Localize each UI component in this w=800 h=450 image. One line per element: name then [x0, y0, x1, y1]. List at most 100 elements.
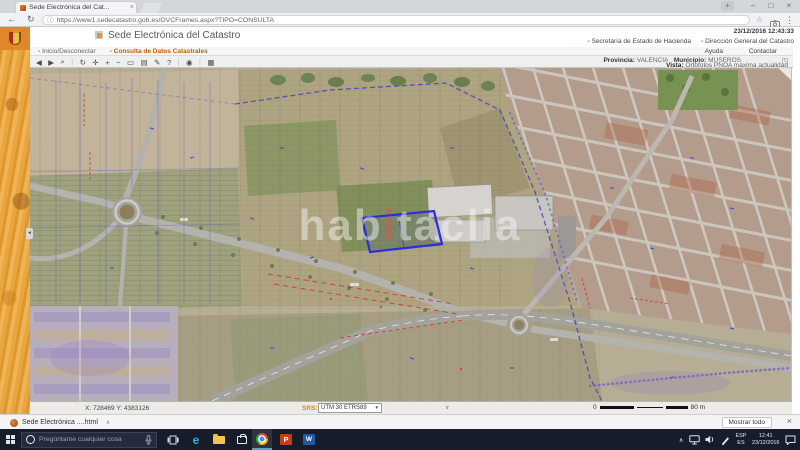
browser-tab-bar: Sede Electrónica del Cat... × + – □ ×	[0, 0, 800, 13]
full-extent-icon[interactable]: ▭	[127, 58, 134, 67]
scale-segment	[637, 407, 663, 409]
cortana-search-box[interactable]: Pregúntame cualquier cosa	[21, 432, 157, 448]
bullet-icon: ▪	[701, 39, 703, 45]
grain-overlay	[30, 68, 792, 401]
browser-plus-button[interactable]: +	[721, 1, 734, 11]
language-top: ESP	[735, 433, 746, 440]
browser-refresh-icon[interactable]: ↻	[27, 13, 35, 26]
tray-expand-icon[interactable]: ∧	[679, 436, 684, 444]
browser-menu-icon[interactable]: ⋮	[785, 13, 794, 27]
download-options-icon[interactable]: ∧	[106, 419, 110, 426]
vista-label: Vista:	[666, 62, 684, 69]
tab-favicon-icon	[20, 5, 26, 11]
show-all-downloads-button[interactable]: Mostrar todo	[722, 417, 773, 428]
windows-taskbar: Pregúntame cualquier cosa e P W ∧	[0, 429, 800, 450]
site-header: Sede Electrónica del Catastro 23/12/2016…	[0, 27, 800, 47]
action-center-icon[interactable]	[785, 435, 796, 445]
tab-close-icon[interactable]: ×	[130, 2, 134, 13]
spain-coat-of-arms-icon	[9, 32, 21, 45]
scale-zero-label: 0	[593, 404, 597, 411]
site-menubar: ▪Inicio/Desconectar ▪Consulta de Datos C…	[30, 47, 793, 56]
downloaded-file-name: Sede Electrónica ....html	[22, 419, 98, 426]
menu-consulta-label: Consulta de Datos Catastrales	[114, 48, 208, 55]
word-button[interactable]: W	[299, 429, 319, 450]
header-datetime: 23/12/2016 12:43:33	[734, 28, 794, 35]
download-bar-close-icon[interactable]: ×	[787, 416, 792, 426]
srs-select[interactable]: UTM 30 ETRS89 ▼	[318, 403, 382, 413]
screen: Sede Electrónica del Cat... × + – □ × ← …	[0, 0, 800, 450]
aerial-map: habitaclia	[30, 68, 792, 401]
menu-inicio-label: Inicio/Desconectar	[42, 48, 95, 55]
url-input[interactable]: ⓘ https://www1.sedecatastro.gob.es/OVCFr…	[42, 15, 750, 25]
clock[interactable]: 12:41 23/12/2016	[752, 433, 780, 446]
page-info-icon[interactable]: ⓘ	[47, 16, 54, 25]
windows-store-button[interactable]	[232, 429, 252, 450]
pan-icon[interactable]: ✛	[92, 58, 98, 67]
scale-max-label: 80 m	[691, 404, 705, 411]
chrome-button[interactable]	[252, 429, 272, 450]
link-secretaria[interactable]: ▪Secretaría de Estado de Hacienda	[587, 38, 691, 45]
download-bar: Sede Electrónica ....html ∧ Mostrar todo…	[0, 414, 800, 429]
browser-tab[interactable]: Sede Electrónica del Cat... ×	[16, 2, 136, 13]
srs-value: UTM 30 ETRS89	[321, 404, 367, 412]
bullet-icon: ▪	[110, 49, 112, 55]
map-status-bar: X: 728469 Y: 4383126 SRS: UTM 30 ETRS89 …	[30, 401, 792, 414]
zoom-window-icon[interactable]: ⌕	[61, 57, 65, 67]
catastro-sidebar-strip	[0, 27, 30, 414]
network-icon[interactable]	[689, 435, 700, 445]
sidebar-collapse-button[interactable]: ◄	[26, 228, 33, 239]
edit-icon[interactable]: ✎	[154, 58, 160, 67]
search-placeholder: Pregúntame cualquier cosa	[39, 436, 141, 443]
pen-icon[interactable]	[721, 435, 730, 445]
new-tab-area[interactable]	[140, 3, 162, 13]
language-indicator[interactable]: ESP ES	[735, 433, 746, 446]
coat-of-arms-box	[0, 27, 30, 50]
window-close-button[interactable]: ×	[782, 0, 796, 12]
window-maximize-button[interactable]: □	[764, 0, 778, 12]
menu-contactar[interactable]: Contactar	[749, 47, 777, 56]
menu-ayuda[interactable]: Ayuda	[705, 47, 723, 56]
help-icon[interactable]: ?	[167, 58, 171, 67]
catastro-logo-icon	[95, 31, 103, 39]
back-icon[interactable]: ◀	[36, 58, 42, 67]
tab-title: Sede Electrónica del Cat...	[29, 2, 121, 13]
link-direccion-general[interactable]: ▪Dirección General del Catastro	[701, 38, 794, 45]
bullet-icon: ▪	[587, 39, 589, 45]
downloaded-file-item[interactable]: Sede Electrónica ....html ∧	[10, 417, 110, 428]
html-file-icon	[10, 419, 18, 427]
language-bottom: ES	[735, 440, 746, 447]
browser-back-icon[interactable]: ←	[7, 13, 16, 26]
microphone-icon[interactable]	[145, 435, 152, 445]
url-text: https://www1.sedecatastro.gob.es/OVCFram…	[57, 17, 275, 24]
browser-url-bar: ← ↻ ⓘ https://www1.sedecatastro.gob.es/O…	[0, 13, 800, 27]
print-icon[interactable]: ▤	[141, 58, 148, 67]
statusbar-collapse-icon[interactable]: ∨	[445, 404, 449, 411]
forward-icon[interactable]: ▶	[48, 58, 54, 67]
tray-date: 23/12/2016	[752, 440, 780, 447]
link-direccion-label: Dirección General del Catastro	[705, 38, 794, 45]
file-explorer-button[interactable]	[209, 429, 229, 450]
site-title: Sede Electrónica del Catastro	[108, 30, 240, 41]
toolbar-separator: |	[199, 59, 201, 66]
powerpoint-button[interactable]: P	[276, 429, 296, 450]
bullet-icon: ▪	[38, 49, 40, 55]
dropdown-arrow-icon: ▼	[375, 404, 379, 412]
start-button[interactable]	[6, 435, 15, 444]
link-secretaria-label: Secretaría de Estado de Hacienda	[592, 38, 691, 45]
volume-icon[interactable]	[705, 435, 715, 444]
bookmark-star-icon[interactable]: ☆	[756, 13, 763, 27]
scale-segment	[600, 406, 634, 409]
window-minimize-button[interactable]: –	[746, 0, 760, 12]
task-view-button[interactable]	[163, 429, 183, 450]
scale-segment	[666, 406, 688, 409]
edge-browser-button[interactable]: e	[186, 429, 206, 450]
street-info-icon[interactable]: ◉	[186, 58, 193, 67]
refresh-icon[interactable]: ↻	[80, 58, 86, 67]
zoom-in-icon[interactable]: +	[105, 58, 109, 67]
map-canvas[interactable]: habitaclia	[30, 68, 792, 401]
system-tray: ∧ ESP ES 12:41 23/12/2016	[679, 429, 796, 450]
zoom-out-icon[interactable]: −	[116, 58, 120, 67]
scale-bar: 0 80 m	[593, 404, 705, 411]
toolbar-separator: |	[178, 59, 180, 66]
layers-icon[interactable]: ▦	[207, 58, 214, 67]
